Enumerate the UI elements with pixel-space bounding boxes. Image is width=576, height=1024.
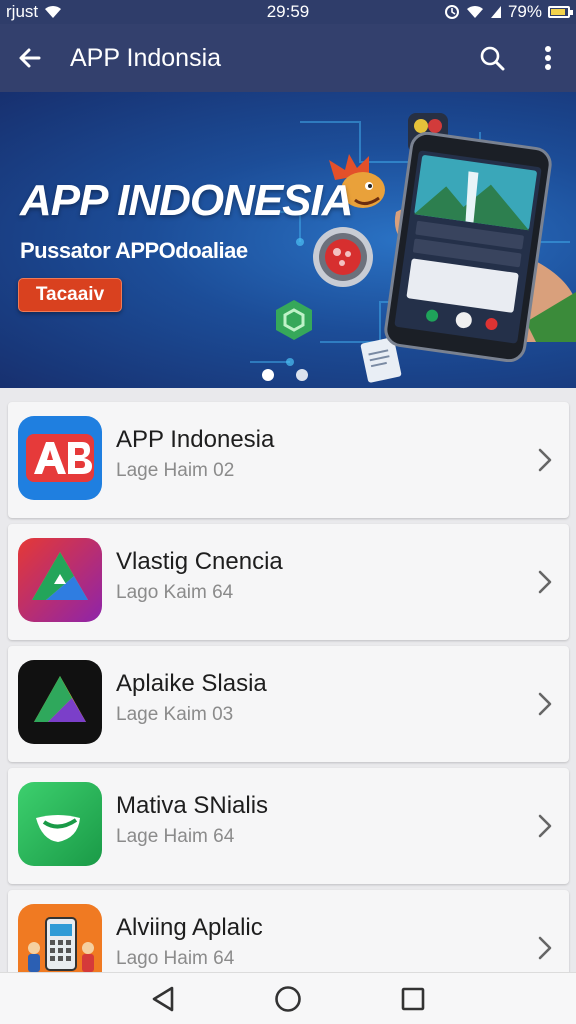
- overflow-menu-button[interactable]: [520, 24, 576, 92]
- chevron-right-icon: [538, 692, 552, 716]
- status-bar: rjust 29:59 79%: [0, 0, 576, 24]
- cell-signal-icon: [490, 6, 501, 18]
- alarm-icon: [444, 5, 459, 19]
- dark-triangle-icon: [18, 660, 102, 744]
- carousel-indicators: [262, 369, 308, 381]
- hexagon-icon: [276, 300, 312, 340]
- nav-home-button[interactable]: [258, 973, 318, 1024]
- battery-icon: [548, 6, 573, 18]
- wifi-icon: [45, 5, 62, 18]
- list-item[interactable]: Aplaike Slasia Lage Kaim 03: [8, 646, 569, 762]
- nav-back-button[interactable]: [133, 973, 193, 1024]
- list-item[interactable]: Mativa SNialis Lage Haim 64: [8, 768, 569, 884]
- list-item[interactable]: APP Indonesia Lage Haim 02: [8, 402, 569, 518]
- calculator-people-icon: [18, 904, 102, 972]
- page-title: APP Indonsia: [70, 43, 222, 72]
- list-item[interactable]: Vlastig Cnencia Lago Kaim 64: [8, 524, 569, 640]
- carousel-dot-2[interactable]: [296, 369, 308, 381]
- carrier-label: rjust: [6, 2, 39, 21]
- list-item[interactable]: Alviing Aplalic Lago Haim 64: [8, 890, 569, 972]
- promo-banner[interactable]: APP INDONESIA Pussator APPOdoaliae Tacaa…: [0, 92, 576, 388]
- arrow-left-icon: [19, 48, 41, 68]
- triangle-drive-icon: [18, 538, 102, 622]
- app-name: APP Indonesia: [116, 426, 275, 453]
- nav-recents-button[interactable]: [383, 973, 443, 1024]
- app-meta: Lage Haim 02: [116, 460, 235, 481]
- status-left: rjust: [6, 2, 62, 22]
- phone-illustration: [384, 132, 552, 362]
- banner-subtitle: Pussator APPOdoaliae: [20, 238, 248, 263]
- app-list: APP Indonesia Lage Haim 02 Vlastig Cnenc…: [0, 388, 576, 972]
- back-button[interactable]: [0, 24, 60, 92]
- app-meta: Lago Kaim 64: [116, 582, 234, 603]
- app-meta: Lage Kaim 03: [116, 704, 234, 725]
- battery-percent: 79%: [507, 2, 542, 21]
- ab-logo-icon: [18, 416, 102, 500]
- more-vert-icon: [545, 46, 551, 70]
- search-icon: [480, 46, 505, 71]
- wifi-signal-icon: [466, 5, 483, 18]
- search-button[interactable]: [464, 24, 520, 92]
- app-bar: APP Indonsia: [0, 24, 576, 92]
- nav-recents-square-icon: [402, 987, 425, 1010]
- record-button-icon: [313, 227, 373, 287]
- chevron-right-icon: [538, 570, 552, 594]
- chevron-right-icon: [538, 814, 552, 838]
- app-meta: Lago Haim 64: [116, 948, 235, 969]
- chevron-right-icon: [538, 936, 552, 960]
- green-leaf-icon: [18, 782, 102, 866]
- app-name: Mativa SNialis: [116, 792, 269, 819]
- system-nav-bar: [0, 972, 576, 1024]
- app-meta: Lage Haim 64: [116, 826, 235, 847]
- app-name: Alviing Aplalic: [116, 914, 263, 941]
- banner-cta-button[interactable]: Tacaaiv: [18, 278, 122, 312]
- nav-back-triangle-icon: [152, 986, 173, 1011]
- carousel-dot-1[interactable]: [262, 369, 274, 381]
- app-name: Aplaike Slasia: [116, 670, 267, 697]
- status-right: 79%: [444, 2, 573, 22]
- banner-title: APP INDONESIA: [20, 176, 354, 225]
- nav-home-circle-icon: [275, 985, 301, 1012]
- app-name: Vlastig Cnencia: [116, 548, 283, 575]
- chevron-right-icon: [538, 448, 552, 472]
